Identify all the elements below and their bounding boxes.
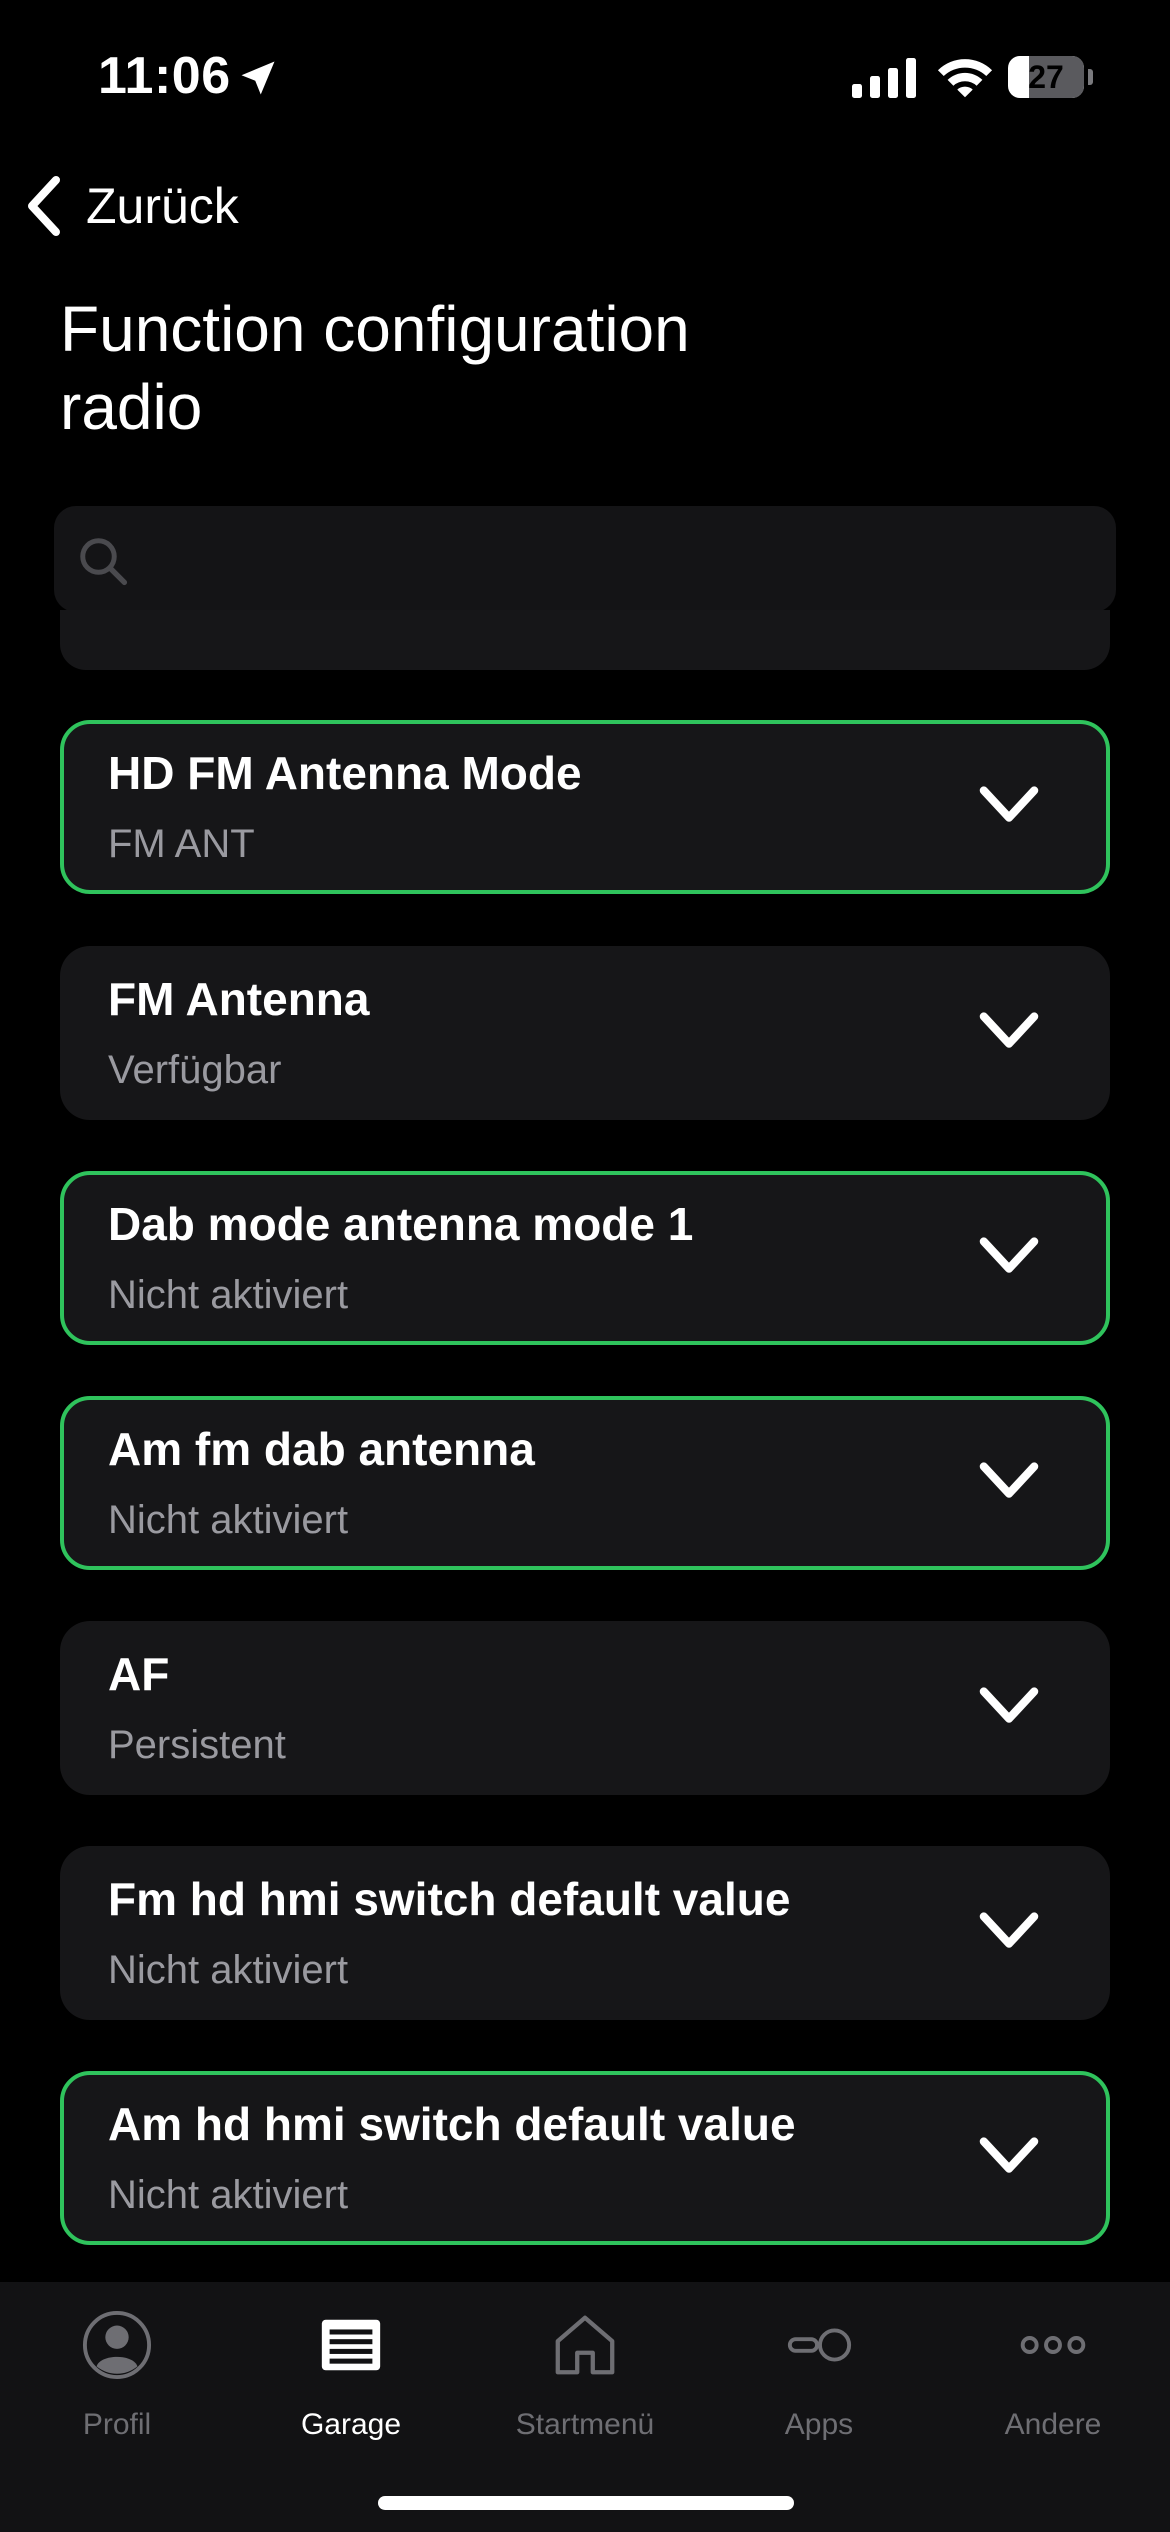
screen: 11:06 27 Zurück Function configuration r… [0,0,1170,2532]
setting-title: AF [108,1648,170,1700]
home-icon [555,2315,615,2375]
setting-card-af[interactable]: AF Persistent [60,1621,1110,1795]
tab-label: Garage [300,2408,402,2441]
search-icon [80,538,128,586]
chevron-down-icon[interactable] [978,2135,1040,2179]
chevron-down-icon[interactable] [978,784,1040,828]
more-icon [1020,2336,1086,2354]
setting-title: HD FM Antenna Mode [108,747,582,799]
scrolled-setting-card [60,610,1110,670]
chevron-down-icon[interactable] [978,1910,1040,1954]
cellular-signal-icon [852,58,916,98]
tab-label: Apps [784,2408,854,2441]
setting-card-am-fm-dab-antenna[interactable]: Am fm dab antenna Nicht aktiviert [60,1396,1110,1570]
setting-value: Persistent [108,1723,286,1767]
setting-value: Nicht aktiviert [108,1273,349,1317]
setting-value: Nicht aktiviert [108,2173,349,2217]
chevron-down-icon[interactable] [978,1235,1040,1279]
setting-value: Nicht aktiviert [108,1948,349,1992]
chevron-down-icon[interactable] [978,1460,1040,1504]
tab-garage[interactable]: Garage [234,2308,468,2458]
battery-percent: 27 [1028,59,1064,95]
setting-title: Fm hd hmi switch default value [108,1873,791,1925]
page-title: Function configuration radio [60,293,690,443]
person-circle-icon [82,2310,152,2380]
setting-card-hd-fm-antenna-mode[interactable]: HD FM Antenna Mode FM ANT [60,720,1110,894]
setting-card-dab-mode-antenna-mode-1[interactable]: Dab mode antenna mode 1 Nicht aktiviert [60,1171,1110,1345]
battery-body: 27 [1008,56,1084,98]
search-bar[interactable] [54,506,1116,612]
home-indicator [378,2496,794,2510]
wifi-icon [937,59,993,98]
back-label: Zurück [86,178,239,234]
tab-bar: Profil Garage Startmenü Apps Andere [0,2282,1170,2532]
tab-label: Andere [1004,2408,1102,2441]
back-button[interactable]: Zurück [24,170,239,242]
status-time: 11:06 [98,47,231,105]
setting-title: Dab mode antenna mode 1 [108,1198,694,1250]
tab-startmenu[interactable]: Startmenü [468,2308,702,2458]
setting-value: Nicht aktiviert [108,1498,349,1542]
setting-title: FM Antenna [108,973,370,1025]
setting-title: Am fm dab antenna [108,1423,535,1475]
status-bar: 11:06 27 [0,0,1170,150]
tab-profil[interactable]: Profil [0,2308,234,2458]
battery-cap [1088,69,1093,85]
apps-icon [787,2328,852,2362]
chevron-down-icon[interactable] [978,1010,1040,1054]
setting-card-fm-antenna[interactable]: FM Antenna Verfügbar [60,946,1110,1120]
setting-value: FM ANT [108,822,255,866]
tab-label: Profil [82,2408,152,2441]
garage-icon [321,2319,381,2371]
setting-card-am-hd-hmi-switch[interactable]: Am hd hmi switch default value Nicht akt… [60,2071,1110,2245]
tab-apps[interactable]: Apps [702,2308,936,2458]
search-input[interactable] [144,506,1094,612]
setting-value: Verfügbar [108,1048,282,1092]
chevron-left-icon [28,176,60,236]
location-arrow-icon [241,61,275,95]
setting-title: Am hd hmi switch default value [108,2098,796,2150]
battery-indicator: 27 [1008,56,1093,98]
setting-card-fm-hd-hmi-switch[interactable]: Fm hd hmi switch default value Nicht akt… [60,1846,1110,2020]
tab-label: Startmenü [515,2408,655,2441]
tab-andere[interactable]: Andere [936,2308,1170,2458]
chevron-down-icon[interactable] [978,1685,1040,1729]
